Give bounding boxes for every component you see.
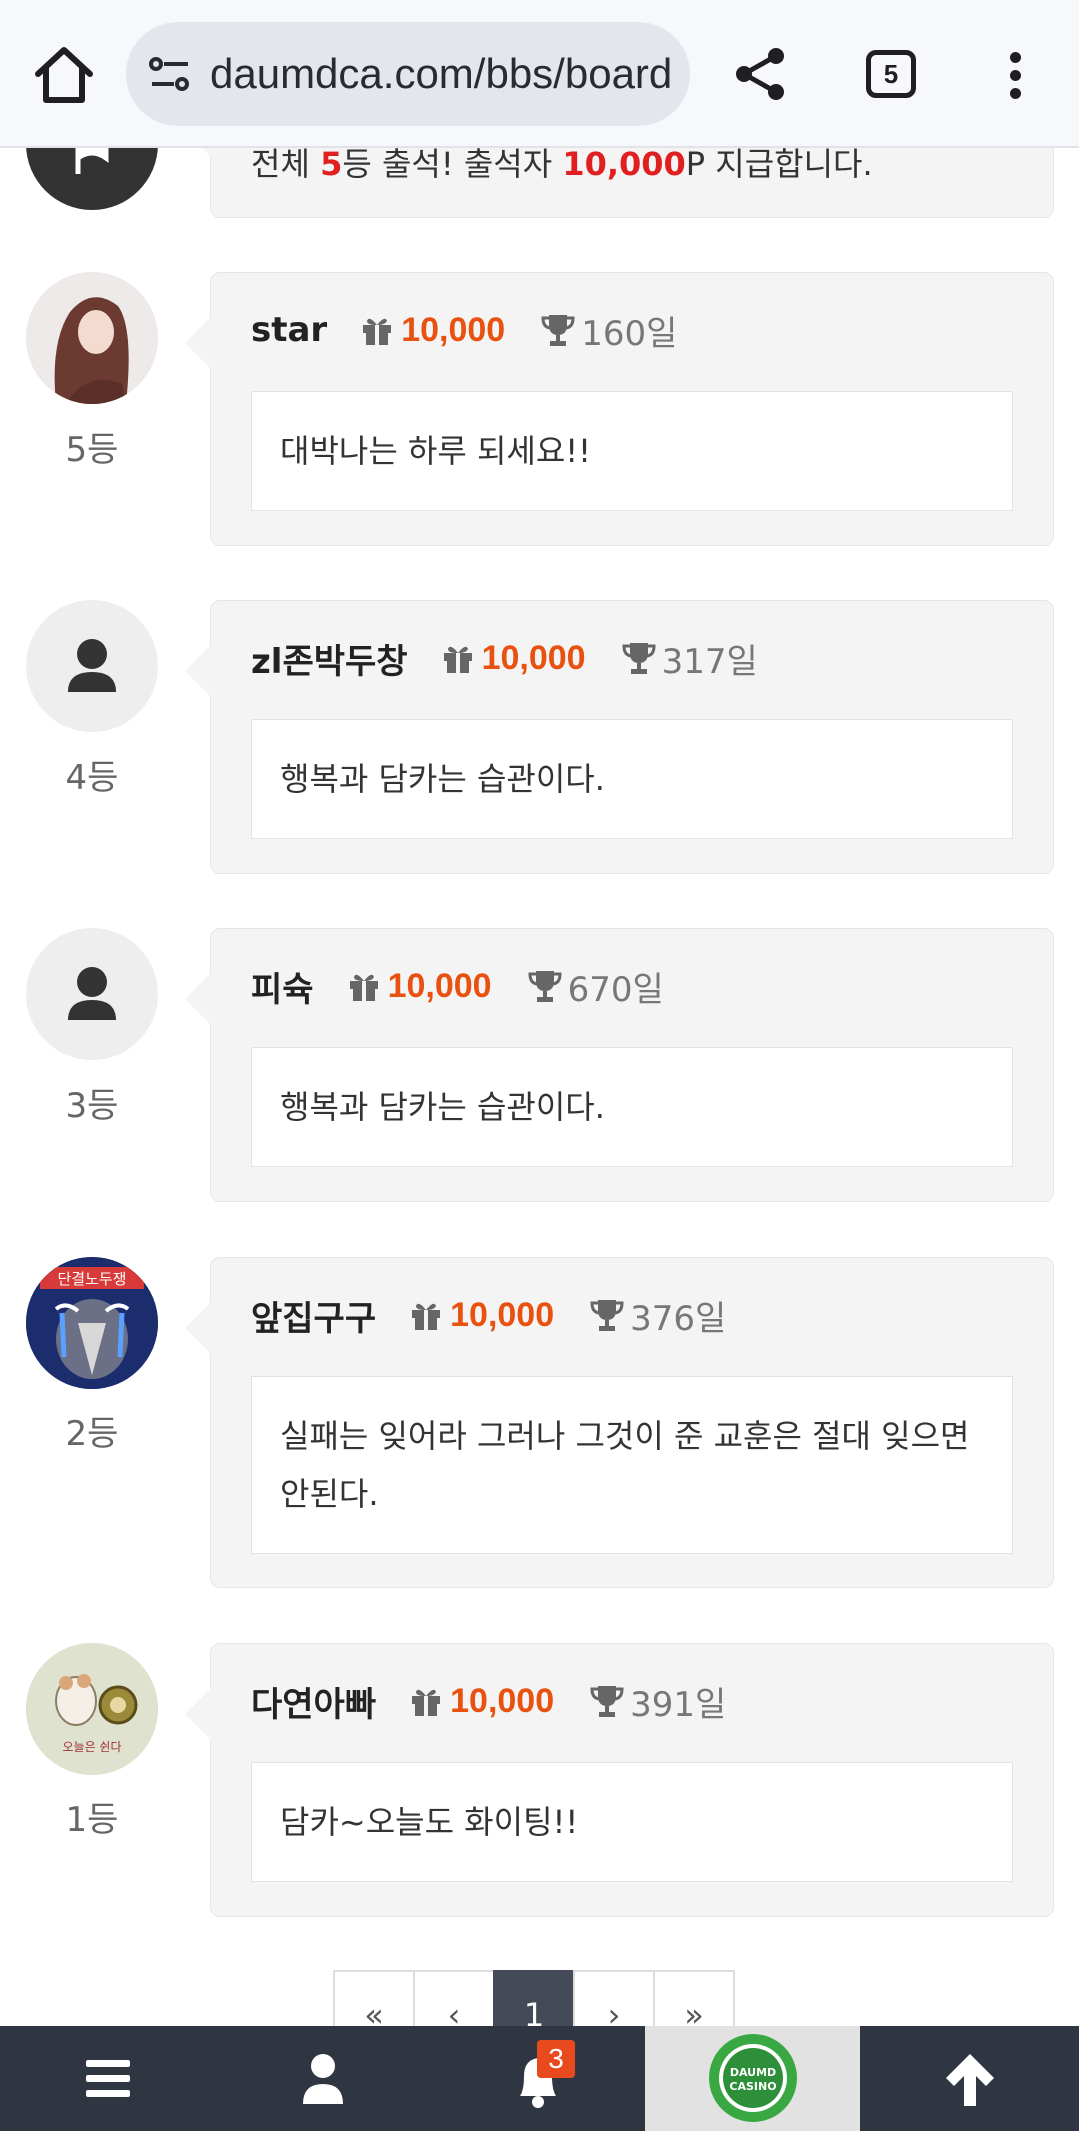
bottom-nav: 3 DAUMD CASINO — [0, 2026, 1079, 2131]
user-icon — [68, 967, 116, 1020]
comment-message: 담카~오늘도 화이팅!! — [251, 1762, 1013, 1882]
points-value: 10,000 — [450, 1681, 555, 1720]
arrow-up-icon — [946, 2054, 994, 2106]
attendance-days: 391일 — [630, 1684, 727, 1725]
comment-message: 실패는 잊어라 그러나 그것이 준 교훈은 절대 잊으면 안된다. — [251, 1376, 1013, 1554]
avatar-cartoon: 단결노두쟁 — [26, 1257, 158, 1389]
user-icon — [303, 2054, 343, 2104]
username[interactable]: zl존박두창 — [251, 634, 408, 683]
attendance-days: 317일 — [661, 641, 758, 682]
gift-icon — [363, 318, 392, 345]
username[interactable]: star — [251, 310, 327, 350]
notification-badge: 3 — [537, 2040, 575, 2078]
menu-button[interactable] — [0, 2026, 215, 2131]
user-icon — [68, 639, 116, 692]
svg-text:CASINO: CASINO — [729, 2080, 776, 2093]
rank-label: 4등 — [65, 758, 119, 798]
address-bar[interactable]: daumdca.com/bbs/board — [126, 22, 690, 126]
attendance-days: 160일 — [581, 313, 678, 354]
more-menu-icon[interactable] — [1004, 48, 1028, 104]
comment-card: 다연아빠 10,000 391일 담카~오늘도 화이팅!! — [185, 1643, 1054, 1917]
svg-text:단결노두쟁: 단결노두쟁 — [57, 1270, 126, 1288]
points-value: 10,000 — [481, 638, 586, 677]
comment-meta: zl존박두창 10,000 317일 — [251, 631, 758, 685]
avatar — [26, 928, 158, 1060]
trophy-icon — [528, 971, 562, 1002]
comment-message: 행복과 담카는 습관이다. — [251, 1047, 1013, 1167]
points-value: 10,000 — [450, 1295, 555, 1334]
comment-message: 대박나는 하루 되세요!! — [251, 391, 1013, 511]
scroll-top-button[interactable] — [860, 2026, 1079, 2131]
browser-toolbar: daumdca.com/bbs/board 5 — [0, 0, 1079, 148]
avatar-photo — [26, 272, 158, 404]
comment-card: zl존박두창 10,000 317일 행복과 담카는 습관이다. — [185, 600, 1054, 874]
attendance-days: 376일 — [630, 1298, 727, 1339]
avatar — [26, 272, 158, 404]
username[interactable]: 다연아빠 — [251, 1677, 376, 1726]
trophy-icon — [622, 643, 656, 674]
hamburger-icon — [86, 2060, 130, 2097]
avatar — [26, 600, 158, 732]
avatar: 오늘은 쉰다 — [26, 1643, 158, 1775]
share-icon[interactable] — [732, 46, 788, 102]
rank-label: 2등 — [65, 1414, 119, 1454]
comment-meta: 피슉 10,000 670일 — [251, 959, 664, 1013]
rank-label: 5등 — [65, 430, 119, 470]
url-text[interactable]: daumdca.com/bbs/board — [210, 22, 670, 126]
home-icon[interactable] — [30, 44, 98, 106]
comment-meta: 앞집구구 10,000 376일 — [251, 1288, 726, 1342]
gift-icon — [412, 1303, 441, 1330]
username[interactable]: 앞집구구 — [251, 1291, 376, 1340]
gift-icon — [412, 1689, 441, 1716]
rank-label: 3등 — [65, 1086, 119, 1126]
avatar: 단결노두쟁 — [26, 1257, 158, 1389]
comment-card: star 10,000 160일 대박나는 하루 되세요!! — [185, 272, 1054, 546]
svg-text:DAUMD: DAUMD — [730, 2066, 776, 2079]
home-logo-button[interactable]: DAUMD CASINO — [645, 2026, 860, 2131]
gift-icon — [443, 646, 472, 673]
svg-text:오늘은 쉰다: 오늘은 쉰다 — [62, 1740, 121, 1754]
username[interactable]: 피슉 — [251, 962, 314, 1011]
rank-label: 1등 — [65, 1800, 119, 1840]
comment-message: 행복과 담카는 습관이다. — [251, 719, 1013, 839]
gift-icon — [349, 974, 378, 1001]
points-value: 10,000 — [401, 310, 506, 349]
comment-card: 앞집구구 10,000 376일 실패는 잊어라 그러나 그것이 준 교훈은 절… — [185, 1257, 1054, 1588]
points-value: 10,000 — [387, 966, 492, 1005]
comment-meta: 다연아빠 10,000 391일 — [251, 1674, 726, 1728]
comment-meta: star 10,000 160일 — [251, 303, 677, 357]
trophy-icon — [541, 315, 575, 346]
avatar-cartoon: 오늘은 쉰다 — [26, 1643, 158, 1775]
trophy-icon — [590, 1686, 624, 1717]
comment-card: 피슉 10,000 670일 행복과 담카는 습관이다. — [185, 928, 1054, 1202]
trophy-icon — [590, 1300, 624, 1331]
attendance-days: 670일 — [567, 969, 664, 1010]
member-button[interactable] — [215, 2026, 430, 2131]
site-settings-icon[interactable] — [148, 54, 192, 94]
tab-switcher-button[interactable]: 5 — [866, 50, 916, 98]
casino-logo: DAUMD CASINO — [709, 2034, 797, 2122]
